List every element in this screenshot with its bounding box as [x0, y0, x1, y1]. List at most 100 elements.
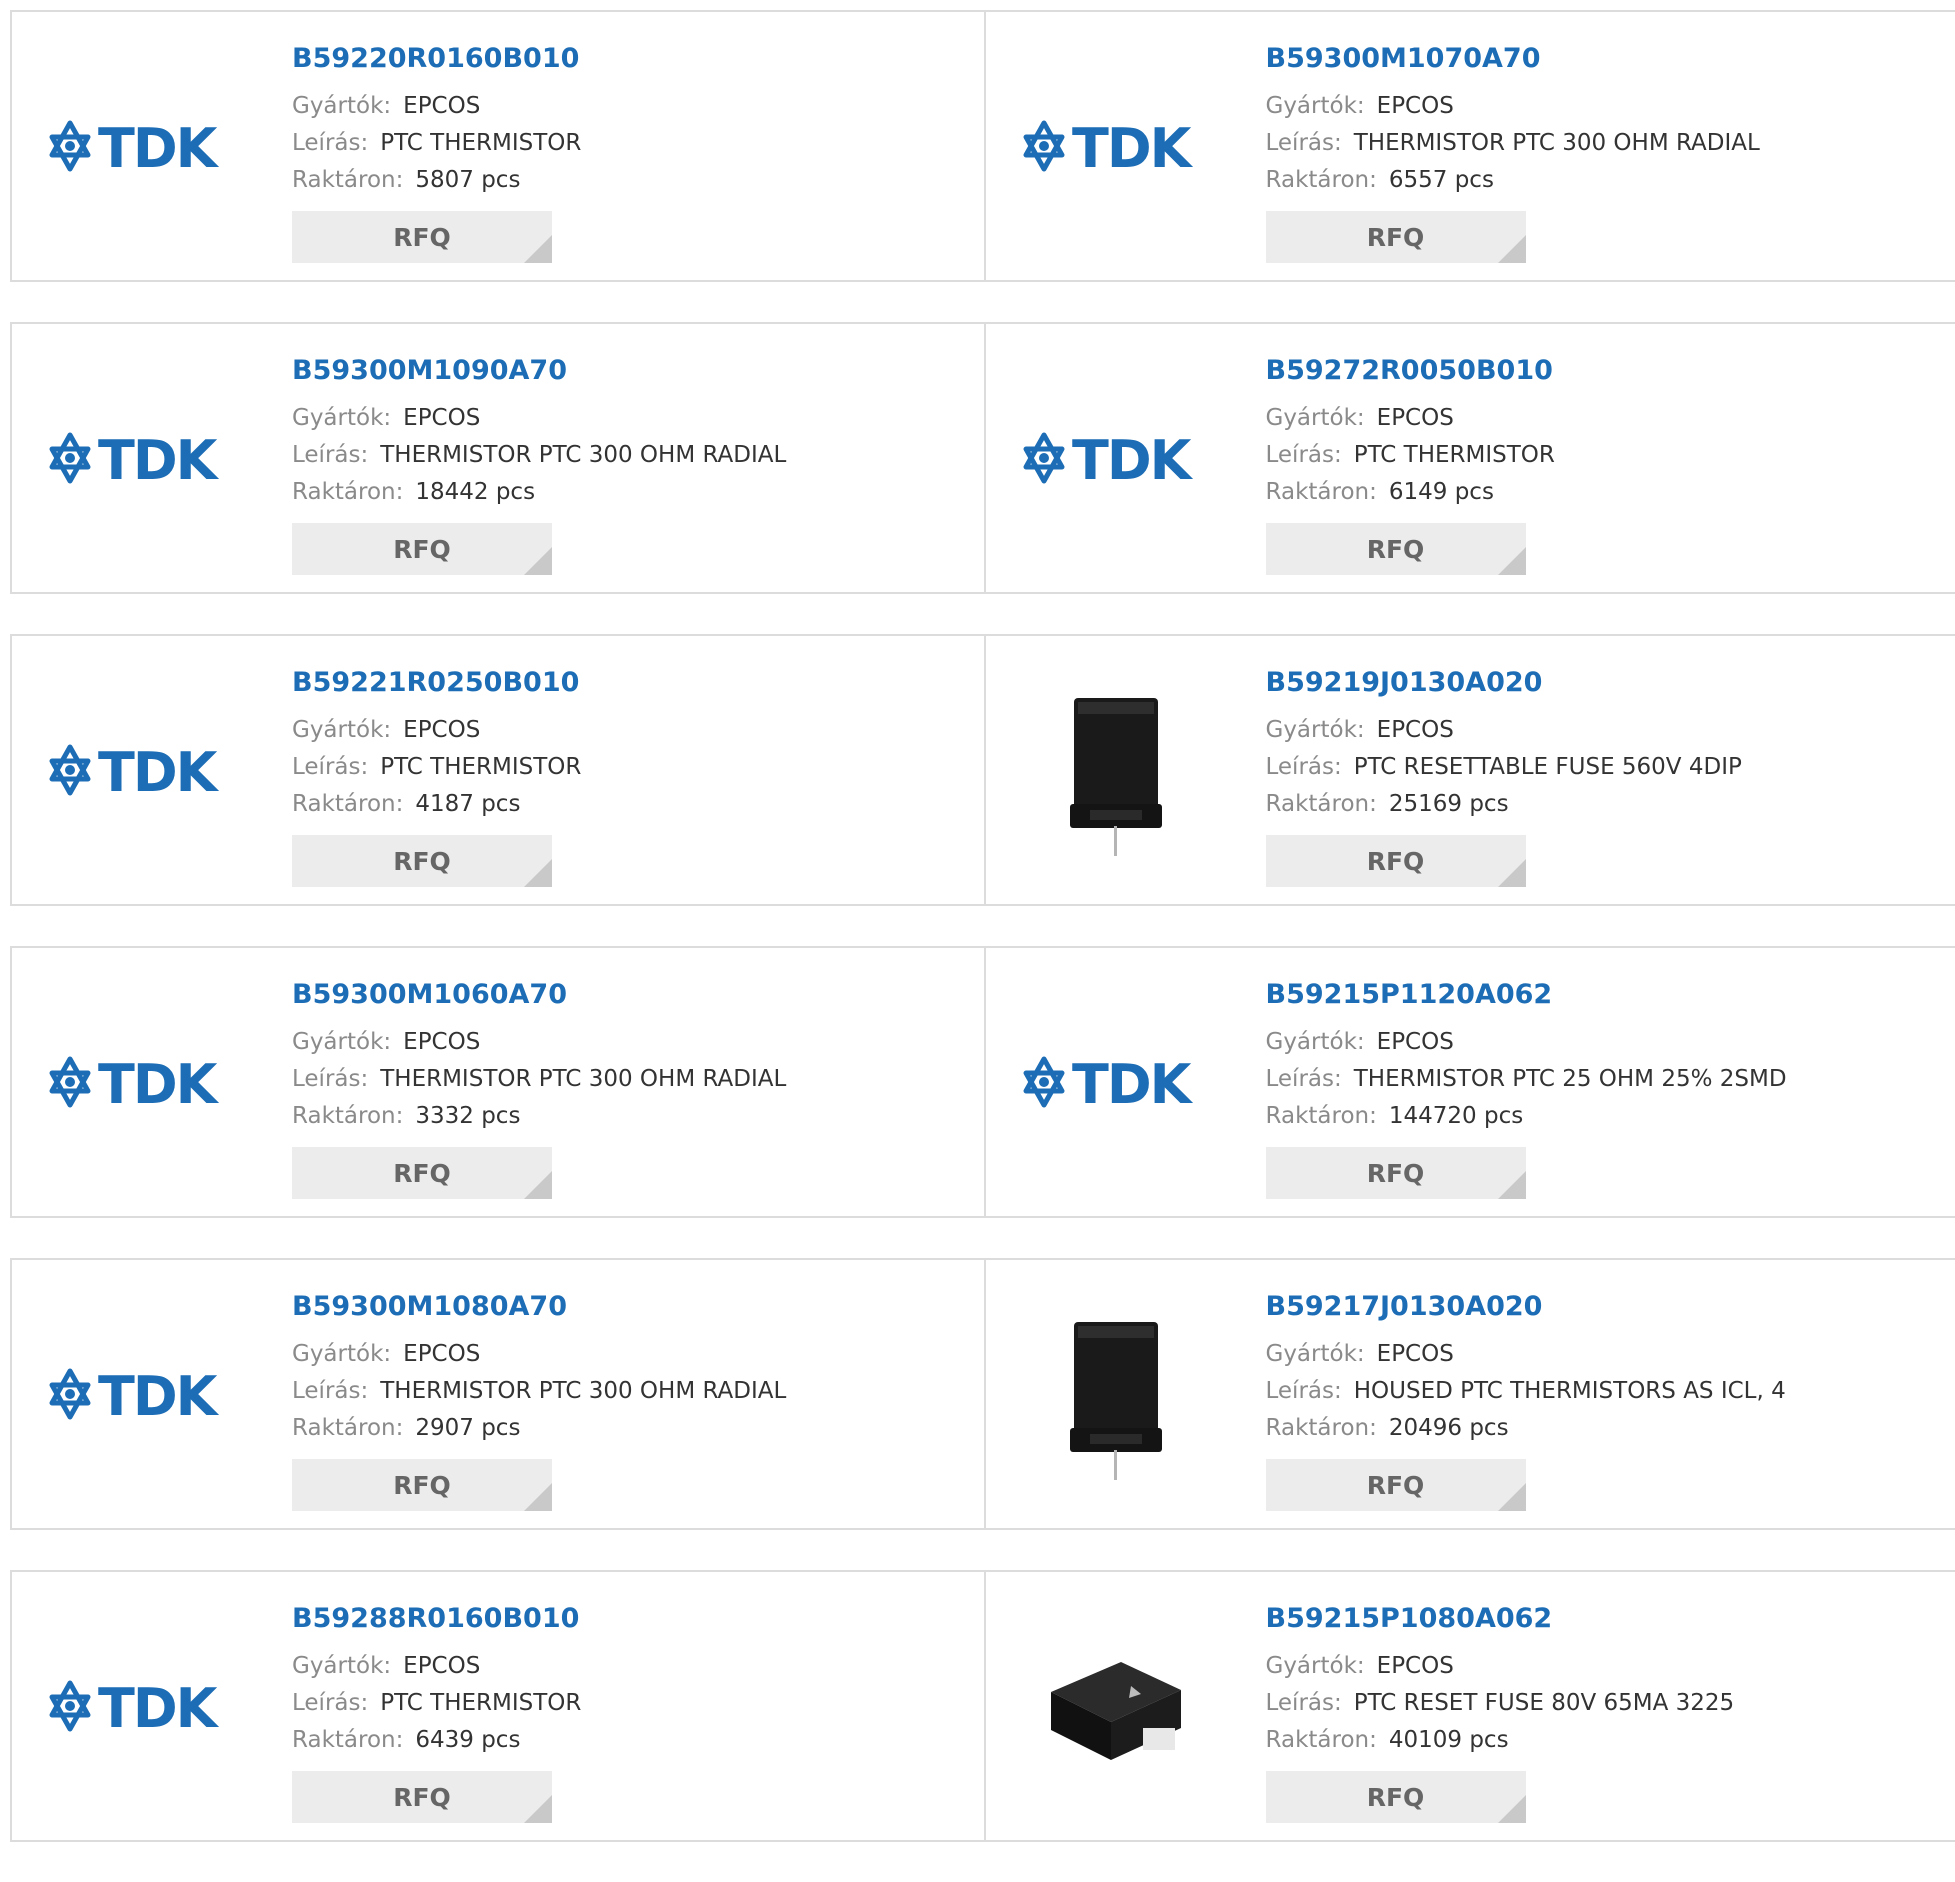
rfq-label: RFQ — [393, 847, 451, 876]
description-label: Leírás: — [292, 1690, 368, 1716]
rfq-button[interactable]: RFQ — [292, 211, 552, 263]
manufacturer-label: Gyártók: — [1266, 405, 1365, 431]
manufacturer-label: Gyártók: — [292, 717, 391, 743]
description-row: Leírás:THERMISTOR PTC 300 OHM RADIAL — [292, 1373, 786, 1410]
part-number-link[interactable]: B59272R0050B010 — [1266, 354, 1555, 388]
rfq-button[interactable]: RFQ — [1266, 523, 1526, 575]
part-number-link[interactable]: B59300M1080A70 — [292, 1290, 786, 1324]
stock-label: Raktáron: — [1266, 1103, 1377, 1129]
stock-label: Raktáron: — [1266, 167, 1377, 193]
stock-value: 6557 pcs — [1389, 167, 1494, 193]
rfq-label: RFQ — [393, 223, 451, 252]
stock-label: Raktáron: — [292, 1103, 403, 1129]
description-value: PTC RESETTABLE FUSE 560V 4DIP — [1354, 754, 1742, 780]
stock-label: Raktáron: — [1266, 791, 1377, 817]
product-image[interactable]: TDK — [42, 52, 242, 242]
description-label: Leírás: — [1266, 1378, 1342, 1404]
manufacturer-value: EPCOS — [403, 1029, 480, 1055]
manufacturer-row: Gyártók:EPCOS — [1266, 712, 1742, 749]
rfq-button[interactable]: RFQ — [292, 523, 552, 575]
product-image[interactable] — [1016, 1300, 1216, 1490]
rfq-button[interactable]: RFQ — [292, 1147, 552, 1199]
rfq-corner-decoration — [1498, 859, 1526, 887]
tdk-logo-text: TDK — [1072, 429, 1194, 489]
product-image[interactable]: TDK — [42, 988, 242, 1178]
tdk-logo: TDK — [42, 741, 242, 801]
rfq-button[interactable]: RFQ — [292, 835, 552, 887]
stock-row: Raktáron:144720 pcs — [1266, 1098, 1787, 1135]
product-info: B59217J0130A020Gyártók:EPCOSLeírás:HOUSE… — [1266, 1290, 1786, 1511]
description-value: PTC THERMISTOR — [380, 130, 581, 156]
product-row: TDKB59220R0160B010Gyártók:EPCOSLeírás:PT… — [10, 10, 1955, 282]
product-image[interactable]: TDK — [1016, 52, 1216, 242]
description-label: Leírás: — [292, 754, 368, 780]
product-row: TDKB59221R0250B010Gyártók:EPCOSLeírás:PT… — [10, 634, 1955, 906]
part-number-link[interactable]: B59215P1120A062 — [1266, 978, 1787, 1012]
manufacturer-value: EPCOS — [1377, 405, 1454, 431]
rfq-corner-decoration — [1498, 1483, 1526, 1511]
part-number-link[interactable]: B59288R0160B010 — [292, 1602, 581, 1636]
product-card: B59215P1080A062 Gyártók: EPCOS Leírás:PTC R… — [984, 1572, 1955, 1840]
product-card: TDKB59300M1090A70Gyártók:EPCOSLeírás:THE… — [12, 324, 984, 592]
rfq-label: RFQ — [393, 535, 451, 564]
manufacturer-label: Gyártók: — [1266, 1653, 1365, 1679]
tdk-logo: TDK — [42, 1677, 242, 1737]
product-card: TDKB59221R0250B010Gyártók:EPCOSLeírás:PT… — [12, 636, 984, 904]
description-label: Leírás: — [292, 442, 368, 468]
product-image[interactable]: TDK — [42, 676, 242, 866]
rfq-corner-decoration — [1498, 1795, 1526, 1823]
product-image[interactable] — [1016, 1612, 1216, 1802]
description-row: Leírás:PTC RESET FUSE 80V 65MA 3225 — [1266, 1685, 1735, 1722]
manufacturer-row: Gyártók:EPCOS — [1266, 88, 1760, 125]
product-info: B59272R0050B010Gyártók:EPCOSLeírás:PTC T… — [1266, 354, 1555, 575]
rfq-button[interactable]: RFQ — [292, 1459, 552, 1511]
description-row: Leírás:PTC THERMISTOR — [292, 749, 581, 786]
product-card: TDKB59272R0050B010Gyártók:EPCOSLeírás:PT… — [984, 324, 1955, 592]
product-image[interactable]: TDK — [1016, 364, 1216, 554]
rfq-button[interactable]: RFQ — [1266, 835, 1526, 887]
product-image[interactable] — [1016, 676, 1216, 866]
tdk-logo-text: TDK — [1072, 117, 1194, 177]
manufacturer-value: EPCOS — [1377, 1653, 1454, 1679]
part-number-link[interactable]: B59215P1080A062 — [1266, 1602, 1735, 1636]
rfq-label: RFQ — [393, 1783, 451, 1812]
product-image[interactable]: TDK — [42, 1300, 242, 1490]
description-label: Leírás: — [1266, 442, 1342, 468]
stock-value: 2907 pcs — [415, 1415, 520, 1441]
product-info: B59219J0130A020 Gyártók:EPCOS Leírás: PTC R… — [1266, 666, 1742, 887]
rfq-corner-decoration — [524, 1171, 552, 1199]
part-number-link[interactable]: B59300M1060A70 — [292, 978, 786, 1012]
stock-label: Raktáron: — [1266, 479, 1377, 505]
housed-thermistor-image — [1056, 676, 1176, 866]
description-label: Leírás: — [1266, 1690, 1342, 1716]
product-grid: TDKB59220R0160B010Gyártók:EPCOSLeírás:PT… — [10, 10, 1955, 1882]
manufacturer-value: EPCOS — [403, 405, 480, 431]
rfq-button[interactable]: RFQ — [1266, 1771, 1526, 1823]
rfq-corner-decoration — [524, 1483, 552, 1511]
part-number-link[interactable]: B59217J0130A020 — [1266, 1290, 1786, 1324]
rfq-label: RFQ — [393, 1159, 451, 1188]
description-label: Leírás: — [1266, 1066, 1342, 1092]
rfq-corner-decoration — [524, 547, 552, 575]
product-info: B59300M1090A70Gyártók:EPCOSLeírás:THERMI… — [292, 354, 786, 575]
part-number-link[interactable]: B59300M1070A70 — [1266, 42, 1760, 76]
part-number-link[interactable]: B59300M1090A70 — [292, 354, 786, 388]
product-image[interactable]: TDK — [42, 364, 242, 554]
product-image[interactable]: TDK — [1016, 988, 1216, 1178]
manufacturer-label: Gyártók: — [1266, 717, 1365, 743]
rfq-button[interactable]: RFQ — [1266, 1459, 1526, 1511]
description-label: Leírás: — [292, 1378, 368, 1404]
tdk-logo: TDK — [42, 1365, 242, 1425]
product-card: TDKB59288R0160B010Gyártók:EPCOSLeírás:PT… — [12, 1572, 984, 1840]
part-number-link[interactable]: B59219J0130A020 — [1266, 666, 1742, 700]
product-image[interactable]: TDK — [42, 1612, 242, 1802]
product-row: TDK B59288R0160B010 Gyártók: EPCOS Leírás:PT… — [10, 1570, 1955, 1842]
description-label: Leírás: — [1266, 754, 1342, 780]
part-number-link[interactable]: B59221R0250B010 — [292, 666, 581, 700]
description-value: HOUSED PTC THERMISTORS AS ICL, 4 — [1354, 1378, 1786, 1404]
rfq-button[interactable]: RFQ — [1266, 211, 1526, 263]
product-card: B59219J0130A020 Gyártók:EPCOS Leírás: PTC R… — [984, 636, 1955, 904]
rfq-button[interactable]: RFQ — [292, 1771, 552, 1823]
part-number-link[interactable]: B59220R0160B010 — [292, 42, 581, 76]
rfq-button[interactable]: RFQ — [1266, 1147, 1526, 1199]
